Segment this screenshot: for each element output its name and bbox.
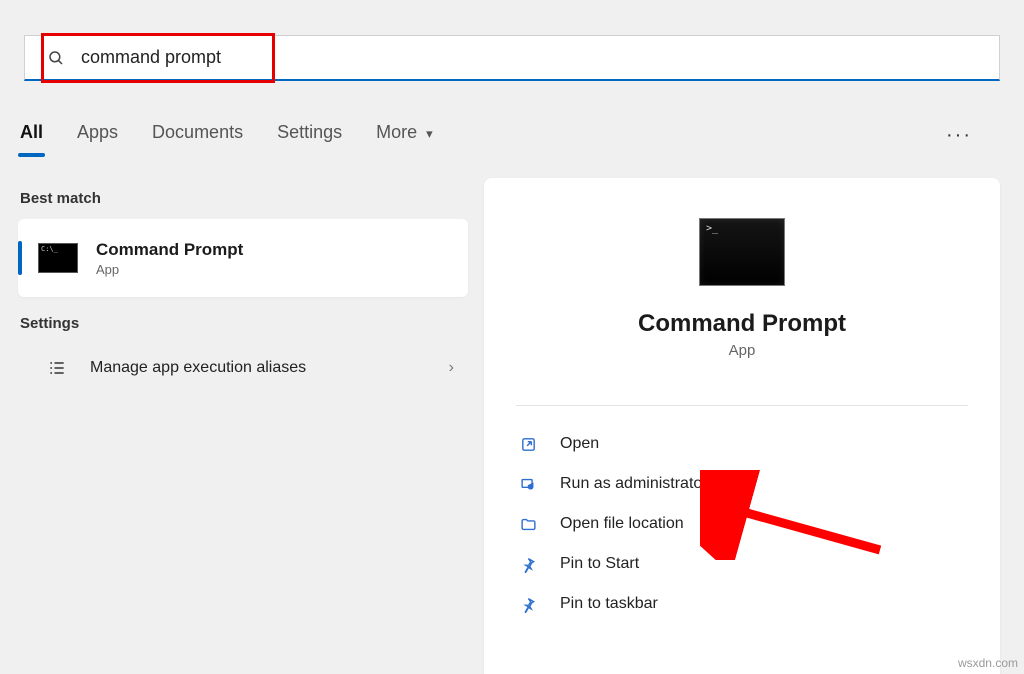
tab-more-label: More — [376, 122, 417, 142]
best-match-result[interactable]: Command Prompt App — [18, 219, 468, 297]
divider — [516, 405, 968, 406]
action-open-location-label: Open file location — [560, 515, 684, 533]
settings-item-label: Manage app execution aliases — [90, 359, 306, 377]
chevron-down-icon: ▾ — [426, 126, 433, 141]
search-input[interactable] — [79, 46, 977, 69]
shield-admin-icon — [518, 476, 538, 493]
results-column: Best match Command Prompt App Settings M… — [18, 182, 468, 392]
selection-accent — [18, 241, 22, 275]
open-icon — [518, 436, 538, 453]
action-pin-start-label: Pin to Start — [560, 555, 639, 573]
pin-icon — [518, 556, 538, 573]
tab-more[interactable]: More ▾ — [374, 116, 435, 155]
result-text: Command Prompt App — [96, 240, 243, 277]
command-prompt-icon-large — [699, 218, 785, 286]
action-open-label: Open — [560, 435, 599, 453]
action-run-admin-label: Run as administrator — [560, 475, 708, 493]
settings-item-aliases[interactable]: Manage app execution aliases › — [18, 344, 468, 392]
folder-icon — [518, 516, 538, 533]
pin-icon — [518, 596, 538, 613]
result-subtitle: App — [96, 262, 243, 277]
watermark: wsxdn.com — [958, 656, 1018, 670]
chevron-right-icon: › — [449, 359, 454, 377]
action-run-admin[interactable]: Run as administrator — [516, 464, 968, 504]
more-options-button[interactable]: ··· — [946, 124, 972, 147]
filter-tabs: All Apps Documents Settings More ▾ ··· — [18, 112, 1000, 158]
best-match-label: Best match — [20, 190, 468, 207]
action-open[interactable]: Open — [516, 424, 968, 464]
preview-title: Command Prompt — [516, 310, 968, 338]
tab-all[interactable]: All — [18, 116, 45, 155]
search-icon — [47, 49, 65, 67]
action-pin-taskbar-label: Pin to taskbar — [560, 595, 658, 613]
settings-section-label: Settings — [20, 315, 468, 332]
aliases-icon — [38, 358, 76, 378]
tab-apps[interactable]: Apps — [75, 116, 120, 155]
tab-documents[interactable]: Documents — [150, 116, 245, 155]
command-prompt-icon — [38, 243, 78, 273]
preview-subtitle: App — [516, 342, 968, 359]
tab-settings[interactable]: Settings — [275, 116, 344, 155]
preview-pane: Command Prompt App Open Run as administr… — [484, 178, 1000, 674]
action-pin-start[interactable]: Pin to Start — [516, 544, 968, 584]
search-bar[interactable] — [24, 35, 1000, 81]
action-open-location[interactable]: Open file location — [516, 504, 968, 544]
action-pin-taskbar[interactable]: Pin to taskbar — [516, 584, 968, 624]
result-title: Command Prompt — [96, 240, 243, 260]
